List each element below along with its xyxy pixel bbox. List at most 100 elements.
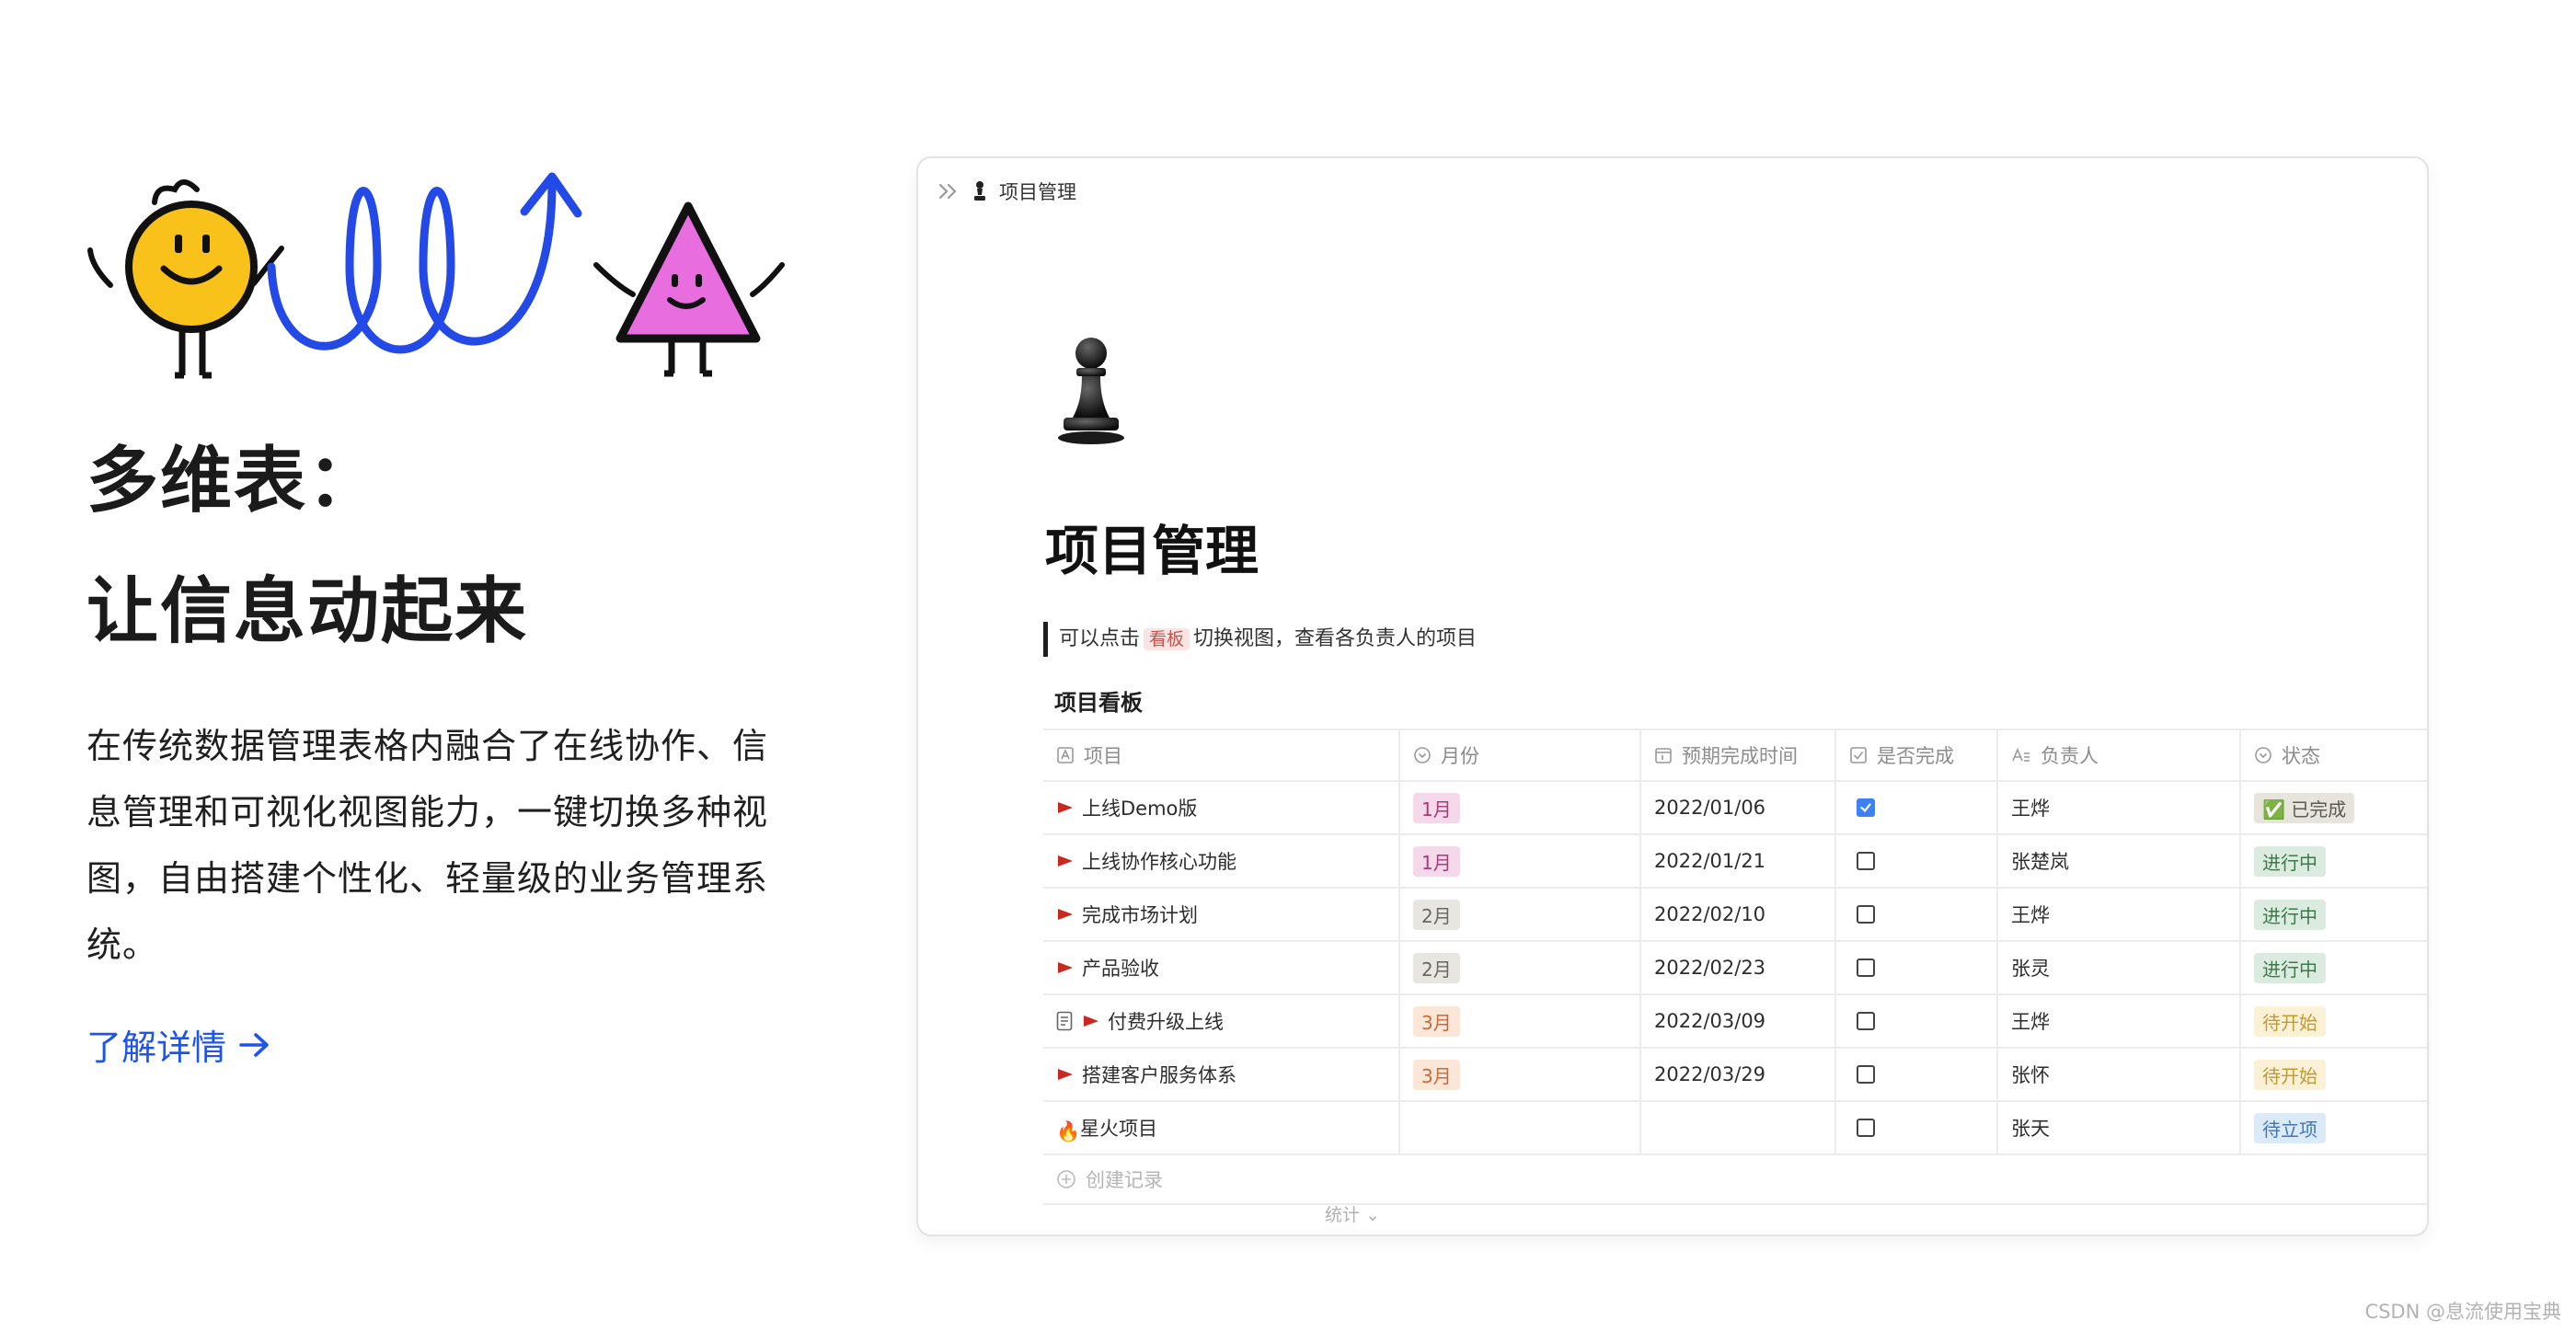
owner-cell[interactable]: 王烨 — [1998, 782, 2241, 833]
done-checkbox[interactable] — [1857, 798, 1875, 817]
due-date-cell[interactable]: 2022/03/29 — [1641, 1049, 1836, 1100]
due-date-cell[interactable]: 2022/01/21 — [1641, 835, 1836, 887]
month-cell[interactable]: 2月 — [1400, 889, 1641, 940]
done-checkbox[interactable] — [1857, 958, 1875, 977]
project-name-cell[interactable]: 产品验收 — [1043, 942, 1400, 993]
due-date: 2022/01/06 — [1654, 797, 1766, 819]
done-checkbox[interactable] — [1857, 852, 1875, 870]
status-badge: 待开始 — [2254, 1059, 2326, 1090]
learn-more-link[interactable]: 了解详情 — [86, 1019, 270, 1070]
column-header-owner[interactable]: 负责人 — [1998, 730, 2241, 780]
flag-icon — [1058, 962, 1073, 973]
stats-toggle[interactable]: 统计 ⌄ — [1325, 1201, 1380, 1226]
due-date-cell[interactable]: 2022/03/09 — [1641, 995, 1836, 1047]
expand-sidebar-icon[interactable] — [937, 181, 960, 201]
done-checkbox[interactable] — [1857, 905, 1875, 924]
due-date-cell[interactable] — [1641, 1102, 1836, 1154]
table-row[interactable]: 搭建客户服务体系 3月 2022/03/29 张怀 待开始 — [1043, 1049, 2427, 1102]
done-cell — [1836, 1102, 1998, 1154]
chess-pawn-icon[interactable] — [1054, 333, 1128, 447]
due-date-cell[interactable]: 2022/02/10 — [1641, 889, 1836, 940]
owner-name: 张楚岚 — [2011, 851, 2069, 873]
project-name-cell[interactable]: 付费升级上线 — [1043, 995, 1400, 1047]
project-name-cell[interactable]: 上线协作核心功能 — [1043, 835, 1400, 887]
project-name-cell[interactable]: 搭建客户服务体系 — [1043, 1049, 1400, 1100]
create-record-button[interactable]: 创建记录 — [1043, 1155, 2427, 1205]
owner-name: 王烨 — [2011, 798, 2050, 820]
table-row[interactable]: 上线Demo版 1月 2022/01/06 王烨 ✅ 已完成 — [1043, 782, 2427, 835]
table-row[interactable]: 完成市场计划 2月 2022/02/10 王烨 进行中 — [1043, 889, 2427, 942]
project-name-cell[interactable]: 上线Demo版 — [1043, 782, 1400, 833]
status-badge: 进行中 — [2254, 899, 2326, 930]
column-header-status[interactable]: 状态 — [2241, 730, 2427, 780]
column-header-label: 状态 — [2282, 745, 2320, 767]
checkbox-field-icon — [1850, 747, 1867, 763]
month-cell[interactable]: 3月 — [1400, 1049, 1641, 1100]
owner-cell[interactable]: 张怀 — [1998, 1049, 2241, 1100]
calendar-icon — [1655, 748, 1672, 763]
column-header-project[interactable]: 项目 — [1043, 730, 1400, 780]
project-name-cell[interactable]: 完成市场计划 — [1043, 889, 1400, 940]
month-cell[interactable]: 2月 — [1400, 942, 1641, 993]
select-field-icon — [2255, 747, 2271, 763]
owner-cell[interactable]: 张灵 — [1998, 942, 2241, 993]
month-cell[interactable] — [1400, 1102, 1641, 1154]
status-cell[interactable]: ✅ 已完成 — [2241, 782, 2427, 833]
column-header-label: 预期完成时间 — [1682, 745, 1798, 767]
due-date: 2022/01/21 — [1654, 850, 1766, 872]
table-row[interactable]: 产品验收 2月 2022/02/23 张灵 进行中 — [1043, 942, 2427, 995]
table-row[interactable]: 上线协作核心功能 1月 2022/01/21 张楚岚 进行中 — [1043, 835, 2427, 889]
text-field-icon — [1057, 747, 1074, 763]
column-header-due-date[interactable]: 预期完成时间 — [1641, 730, 1836, 780]
create-record-label: 创建记录 — [1086, 1169, 1163, 1191]
status-badge: 待立项 — [2254, 1112, 2326, 1143]
status-badge: 进行中 — [2254, 952, 2326, 983]
project-name-cell[interactable]: 🔥 星火项目 — [1043, 1102, 1400, 1154]
page-title: 项目管理 — [1045, 520, 1259, 582]
owner-cell[interactable]: 王烨 — [1998, 995, 2241, 1047]
status-cell[interactable]: 进行中 — [2241, 942, 2427, 993]
month-cell[interactable]: 3月 — [1400, 995, 1641, 1047]
table-row[interactable]: 付费升级上线 3月 2022/03/09 王烨 待开始 — [1043, 995, 2427, 1049]
status-cell[interactable]: 进行中 — [2241, 889, 2427, 940]
status-cell[interactable]: 进行中 — [2241, 835, 2427, 887]
due-date-cell[interactable]: 2022/02/23 — [1641, 942, 1836, 993]
month-tag: 3月 — [1413, 1005, 1460, 1037]
project-name: 星火项目 — [1080, 1118, 1157, 1140]
status-cell[interactable]: 待开始 — [2241, 1049, 2427, 1100]
done-checkbox[interactable] — [1857, 1012, 1875, 1030]
chess-pawn-icon — [974, 181, 985, 201]
table-header-row: 项目 月份 预期完成时间 是否完成 负责人 状态 — [1043, 729, 2427, 782]
status-cell[interactable]: 待开始 — [2241, 995, 2427, 1047]
column-header-label: 负责人 — [2041, 745, 2099, 767]
month-cell[interactable]: 1月 — [1400, 782, 1641, 833]
kanban-tag[interactable]: 看板 — [1144, 628, 1190, 650]
hero-description: 在传统数据管理表格内融合了在线协作、信息管理和可视化视图能力，一键切换多种视图，… — [86, 726, 769, 965]
owner-cell[interactable]: 张天 — [1998, 1102, 2241, 1154]
project-name: 付费升级上线 — [1108, 1011, 1224, 1033]
owner-name: 张天 — [2011, 1118, 2050, 1140]
due-date: 2022/03/09 — [1654, 1010, 1766, 1032]
month-tag: 3月 — [1413, 1059, 1460, 1090]
done-cell — [1836, 889, 1998, 940]
due-date-cell[interactable]: 2022/01/06 — [1641, 782, 1836, 833]
breadcrumb-title[interactable]: 项目管理 — [999, 178, 1076, 205]
month-cell[interactable]: 1月 — [1400, 835, 1641, 887]
callout-quote: 可以点击 看板 切换视图，查看各负责人的项目 — [1043, 622, 1477, 657]
done-checkbox[interactable] — [1857, 1119, 1875, 1137]
column-header-done[interactable]: 是否完成 — [1836, 730, 1998, 780]
mascot-illustration — [87, 172, 785, 379]
done-checkbox[interactable] — [1857, 1065, 1875, 1084]
owner-name: 王烨 — [2011, 1011, 2050, 1033]
owner-cell[interactable]: 张楚岚 — [1998, 835, 2241, 887]
owner-cell[interactable]: 王烨 — [1998, 889, 2241, 940]
stats-label: 统计 — [1325, 1205, 1361, 1225]
column-header-month[interactable]: 月份 — [1400, 730, 1641, 780]
table-row[interactable]: 🔥 星火项目 张天 待立项 — [1043, 1102, 2427, 1155]
flag-icon — [1058, 802, 1073, 813]
month-tag: 2月 — [1413, 899, 1460, 930]
status-cell[interactable]: 待立项 — [2241, 1102, 2427, 1154]
document-icon[interactable] — [1056, 1011, 1073, 1031]
month-tag: 1月 — [1413, 792, 1460, 823]
column-header-label: 项目 — [1084, 745, 1122, 767]
